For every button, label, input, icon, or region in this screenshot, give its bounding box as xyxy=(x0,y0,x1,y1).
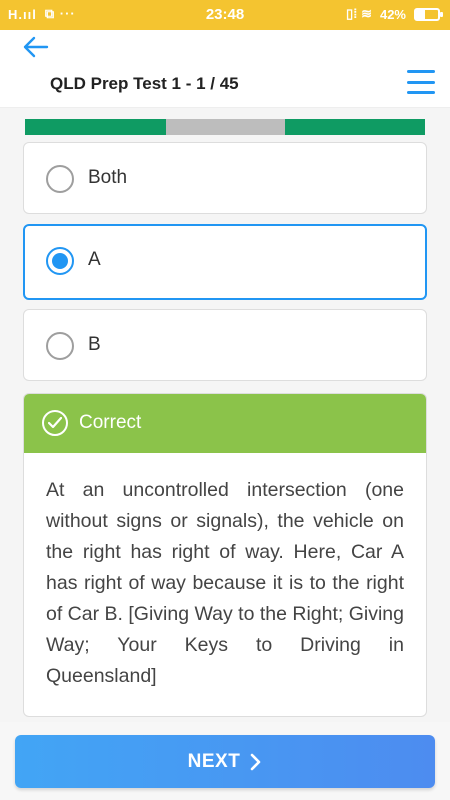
result-status: Correct xyxy=(79,412,142,433)
option-label: Both xyxy=(88,167,128,188)
answer-option-a[interactable]: A xyxy=(23,224,427,300)
progress-segment-correct xyxy=(25,119,166,135)
app-header: QLD Prep Test 1 - 1 / 45 xyxy=(0,30,450,108)
explanation-text: At an uncontrolled intersection (one wit… xyxy=(46,479,404,687)
vibrate-wifi-icons: ▯⁞ ≋ xyxy=(345,6,372,21)
progress-segment-correct xyxy=(285,119,425,135)
menu-button[interactable] xyxy=(407,70,435,94)
hamburger-menu-icon xyxy=(407,70,435,73)
footer-bar: NEXT xyxy=(0,722,450,800)
next-button-label: NEXT xyxy=(187,750,241,772)
answer-option-both[interactable]: Both xyxy=(23,142,427,214)
radio-selected-dot xyxy=(52,253,68,269)
status-bar: H.ııl ⧉ ··· 23:48 ▯⁞ ≋ 42% xyxy=(0,0,450,30)
result-header: Correct xyxy=(24,394,426,453)
option-label: B xyxy=(88,334,101,355)
answer-option-b[interactable]: B xyxy=(23,309,427,381)
progress-segment-neutral xyxy=(166,119,285,135)
chevron-right-icon xyxy=(251,753,261,770)
battery-percent: 42% xyxy=(379,6,406,22)
option-label: A xyxy=(88,249,101,270)
back-button[interactable] xyxy=(20,34,50,60)
radio-button[interactable] xyxy=(46,332,74,360)
radio-button-selected[interactable] xyxy=(46,247,74,275)
question-progress xyxy=(25,119,425,135)
arrow-left-icon xyxy=(23,36,49,58)
answer-result-card: Correct At an uncontrolled intersection … xyxy=(23,393,427,717)
next-button[interactable]: NEXT xyxy=(15,735,435,788)
battery-level xyxy=(416,9,426,19)
check-circle-icon xyxy=(42,410,68,436)
battery-icon xyxy=(414,7,443,21)
page-title: QLD Prep Test 1 - 1 / 45 xyxy=(50,74,239,93)
radio-button[interactable] xyxy=(46,165,74,193)
status-right: ▯⁞ ≋ 42% xyxy=(345,6,443,22)
